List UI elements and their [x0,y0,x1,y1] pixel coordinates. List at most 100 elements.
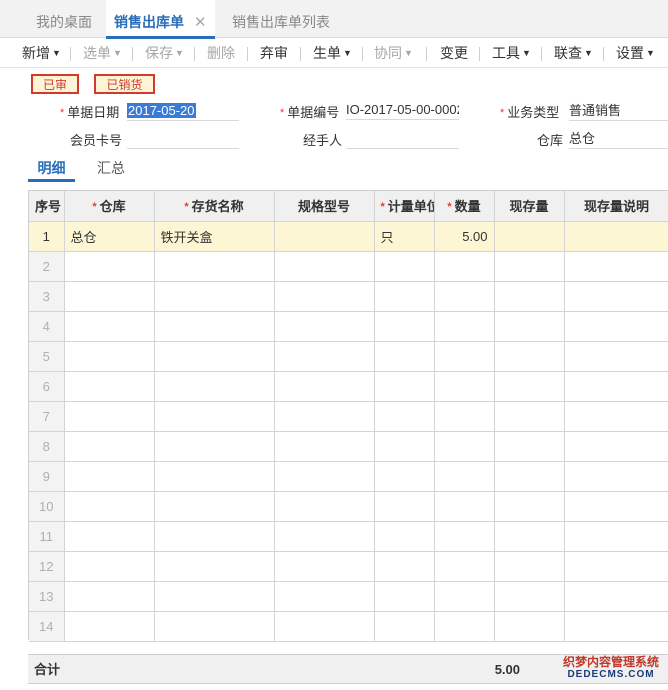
cell-stock-note[interactable] [564,581,668,612]
table-row[interactable]: 13 [29,581,668,612]
cell-warehouse[interactable]: 总仓 [64,221,155,252]
table-row[interactable]: 1 总仓 铁开关盒 只 5.00 [29,221,668,252]
abandon-audit-button[interactable]: 弃审 [260,39,288,68]
cell-stock[interactable] [494,341,565,372]
change-button[interactable]: 变更 [440,39,468,68]
cell-warehouse[interactable] [64,401,155,432]
cell-qty[interactable] [434,611,495,642]
cell-unit[interactable]: 只 [374,221,435,252]
select-button[interactable]: 选单 ▼ [83,39,122,68]
cell-name[interactable] [154,251,275,282]
cell-stock[interactable] [494,491,565,522]
cell-stock-note[interactable] [564,521,668,552]
column-header-qty[interactable]: * 数量 [434,191,495,222]
handler-field[interactable] [346,129,459,149]
generate-order-button[interactable]: 生单 ▼ [313,39,352,68]
table-row[interactable]: 9 [29,461,668,492]
cell-qty[interactable] [434,581,495,612]
cell-stock-note[interactable] [564,371,668,402]
cell-name[interactable] [154,491,275,522]
cell-name[interactable] [154,281,275,312]
table-row[interactable]: 4 [29,311,668,342]
cell-spec[interactable] [274,401,375,432]
column-header-stock-note[interactable]: 现存量说明 [564,191,668,222]
cell-warehouse[interactable] [64,371,155,402]
add-button[interactable]: 新增 ▼ [22,39,61,68]
cell-qty[interactable] [434,491,495,522]
cell-name[interactable] [154,311,275,342]
cell-stock-note[interactable] [564,551,668,582]
cell-stock[interactable] [494,431,565,462]
cell-qty[interactable] [434,281,495,312]
column-header-warehouse[interactable]: * 仓库 [64,191,155,222]
biztype-field[interactable]: 普通销售 [569,101,668,121]
save-button[interactable]: 保存 ▼ [145,39,184,68]
warehouse-field[interactable]: 总仓 [569,129,668,149]
cell-unit[interactable] [374,461,435,492]
cell-warehouse[interactable] [64,431,155,462]
table-row[interactable]: 8 [29,431,668,462]
cell-name[interactable] [154,401,275,432]
cell-unit[interactable] [374,431,435,462]
cell-spec[interactable] [274,491,375,522]
close-icon[interactable]: ✕ [194,14,207,31]
cell-qty[interactable] [434,341,495,372]
cell-spec[interactable] [274,581,375,612]
cell-warehouse[interactable] [64,551,155,582]
cell-stock[interactable] [494,401,565,432]
cell-spec[interactable] [274,311,375,342]
cell-name[interactable] [154,551,275,582]
column-header-stock[interactable]: 现存量 [494,191,565,222]
cell-qty[interactable] [434,251,495,282]
cell-warehouse[interactable] [64,281,155,312]
cell-warehouse[interactable] [64,581,155,612]
tools-button[interactable]: 工具 ▼ [492,39,531,68]
cell-unit[interactable] [374,311,435,342]
table-row[interactable]: 7 [29,401,668,432]
cell-stock-note[interactable] [564,251,668,282]
cell-stock-note[interactable] [564,401,668,432]
cell-name[interactable] [154,581,275,612]
cell-spec[interactable] [274,431,375,462]
cell-name[interactable] [154,461,275,492]
cell-unit[interactable] [374,491,435,522]
cell-stock[interactable] [494,581,565,612]
cell-spec[interactable] [274,521,375,552]
cell-warehouse[interactable] [64,491,155,522]
cell-unit[interactable] [374,281,435,312]
cell-warehouse[interactable] [64,611,155,642]
cell-stock[interactable] [494,611,565,642]
cell-spec[interactable] [274,551,375,582]
cell-stock[interactable] [494,371,565,402]
tab-sales-outbound-list[interactable]: 销售出库单列表 [224,0,338,38]
settings-button[interactable]: 设置 ▼ [616,39,655,68]
cell-stock[interactable] [494,281,565,312]
cell-qty[interactable] [434,461,495,492]
cell-stock-note[interactable] [564,221,668,252]
column-header-name[interactable]: * 存货名称 [154,191,275,222]
table-row[interactable]: 3 [29,281,668,312]
cell-qty[interactable] [434,521,495,552]
cell-warehouse[interactable] [64,341,155,372]
cell-unit[interactable] [374,551,435,582]
cell-qty[interactable] [434,311,495,342]
cell-unit[interactable] [374,521,435,552]
cell-unit[interactable] [374,371,435,402]
cell-qty[interactable]: 5.00 [434,221,495,252]
cell-qty[interactable] [434,551,495,582]
cell-stock-note[interactable] [564,281,668,312]
member-card-field[interactable] [127,129,239,149]
tab-summary[interactable]: 汇总 [97,156,125,182]
cell-unit[interactable] [374,341,435,372]
cell-stock[interactable] [494,461,565,492]
date-field[interactable]: 2017-05-20 [127,101,239,121]
cell-spec[interactable] [274,251,375,282]
delete-button[interactable]: 删除 [207,39,235,68]
cell-stock-note[interactable] [564,431,668,462]
tab-detail[interactable]: 明细 [28,156,75,182]
cell-warehouse[interactable] [64,251,155,282]
cell-warehouse[interactable] [64,311,155,342]
cell-warehouse[interactable] [64,461,155,492]
cell-unit[interactable] [374,581,435,612]
cell-unit[interactable] [374,401,435,432]
